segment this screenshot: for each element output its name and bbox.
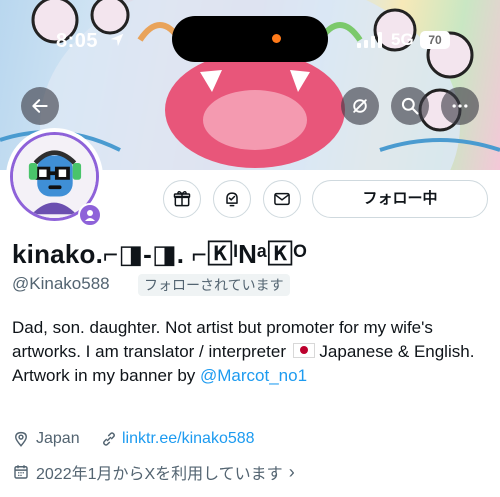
joined-row[interactable]: 2022年1月からXを利用しています › bbox=[12, 460, 295, 484]
bio-mention-link[interactable]: @Marcot_no1 bbox=[200, 366, 307, 385]
back-button[interactable] bbox=[21, 87, 59, 125]
status-time: 8:05 bbox=[56, 30, 99, 52]
search-icon bbox=[401, 97, 419, 115]
location-pin-icon bbox=[15, 431, 27, 447]
avatar-badge bbox=[78, 203, 102, 227]
more-icon bbox=[452, 104, 468, 108]
mute-button[interactable] bbox=[341, 87, 379, 125]
dynamic-island bbox=[172, 16, 328, 62]
signal-icon bbox=[357, 32, 382, 48]
battery-indicator: 70 bbox=[420, 31, 450, 49]
network-type: 5G bbox=[391, 30, 414, 49]
website-link[interactable]: linktr.ee/kinako588 bbox=[100, 430, 255, 448]
location-arrow-icon bbox=[110, 33, 124, 47]
notifications-button[interactable] bbox=[213, 180, 251, 218]
user-icon bbox=[85, 210, 95, 221]
japan-flag-icon bbox=[292, 343, 315, 358]
mute-icon bbox=[353, 99, 367, 113]
search-button[interactable] bbox=[391, 87, 429, 125]
location-row: Japan bbox=[12, 430, 80, 448]
more-button[interactable] bbox=[441, 87, 479, 125]
gift-button[interactable] bbox=[163, 180, 201, 218]
username-handle: @Kinako588 bbox=[12, 274, 110, 293]
display-name: kinako.⌐◨-◨. ⌐🄺ᴵNᵃ🄺ᴼ bbox=[12, 239, 307, 269]
chevron-right-icon: › bbox=[288, 461, 295, 482]
location-text: Japan bbox=[36, 430, 80, 447]
joined-text: 2022年1月からXを利用しています bbox=[36, 466, 283, 483]
profile-bio: Dad, son. daughter. Not artist but promo… bbox=[12, 316, 492, 388]
gift-icon bbox=[173, 191, 191, 207]
link-icon bbox=[103, 432, 115, 446]
follows-you-badge: フォローされています bbox=[138, 274, 290, 296]
message-button[interactable] bbox=[263, 180, 301, 218]
back-arrow-icon bbox=[32, 99, 48, 113]
recording-dot bbox=[272, 34, 281, 43]
website-text[interactable]: linktr.ee/kinako588 bbox=[122, 430, 255, 448]
calendar-icon bbox=[14, 465, 28, 479]
following-button[interactable]: フォロー中 bbox=[312, 180, 488, 218]
bell-check-icon bbox=[226, 192, 238, 207]
mail-icon bbox=[274, 192, 290, 206]
